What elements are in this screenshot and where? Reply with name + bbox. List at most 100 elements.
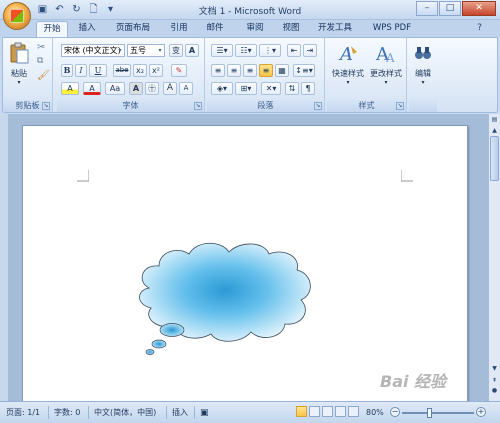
web-layout-view-button[interactable] xyxy=(322,406,333,417)
format-painter-icon[interactable]: 🖌 xyxy=(37,70,50,81)
status-separator xyxy=(88,406,89,419)
paste-icon xyxy=(10,42,29,64)
underline-button[interactable]: U xyxy=(89,64,107,77)
change-styles-label: 更改样式 xyxy=(370,69,402,78)
highlight-button[interactable]: A xyxy=(61,82,79,95)
increase-indent-button[interactable]: ⇥ xyxy=(303,44,317,57)
multilevel-list-button[interactable]: ⋮▾ xyxy=(259,44,281,57)
paste-button[interactable]: 粘贴 ▾ xyxy=(7,42,31,86)
quick-styles-button[interactable]: A 快速样式 ▾ xyxy=(329,42,367,86)
cloud-callout-shape[interactable] xyxy=(131,234,331,364)
vertical-scrollbar[interactable]: ▤ ▲ ▼ ⇞ ● xyxy=(488,114,500,401)
editing-group-label xyxy=(409,100,437,112)
styles-launcher-icon[interactable]: ↘ xyxy=(396,102,404,110)
print-layout-view-button[interactable] xyxy=(296,406,307,417)
paragraph-group: ☰▾ ☷▾ ⋮▾ ⇤ ⇥ ≡ ≡ ≡ ≡ ▦ ↕≡▾ ◈▾ ⊞▾ ✕▾ ⇅ ¶ … xyxy=(207,38,325,112)
maximize-button[interactable]: □ xyxy=(439,1,461,16)
justify-button[interactable]: ≡ xyxy=(259,64,273,77)
macro-record-icon[interactable]: ▣ xyxy=(200,407,209,419)
borders-button[interactable]: ⊞▾ xyxy=(235,82,257,95)
decrease-indent-button[interactable]: ⇤ xyxy=(287,44,301,57)
office-button[interactable] xyxy=(3,2,31,30)
sort-button[interactable]: ⇅ xyxy=(285,82,299,95)
font-size-value: 五号 xyxy=(130,46,146,55)
zoom-in-icon[interactable]: + xyxy=(476,407,486,417)
align-right-button[interactable]: ≡ xyxy=(243,64,257,77)
bold-button[interactable]: B xyxy=(61,64,73,77)
chinese-layout-button[interactable]: ✕▾ xyxy=(261,82,281,95)
scroll-up-icon[interactable]: ▲ xyxy=(490,126,499,135)
zoom-slider-thumb[interactable] xyxy=(427,408,432,418)
minimize-button[interactable]: – xyxy=(416,1,438,16)
numbering-button[interactable]: ☷▾ xyxy=(235,44,257,57)
help-icon[interactable]: ? xyxy=(477,23,482,33)
char-border-button[interactable]: A xyxy=(129,82,143,95)
font-name-combo[interactable]: 宋体 (中文正文) ▾ xyxy=(61,44,125,57)
cut-icon[interactable]: ✂ xyxy=(37,42,45,53)
subscript-button[interactable]: x₂ xyxy=(133,64,147,77)
clipboard-launcher-icon[interactable]: ↘ xyxy=(42,102,50,110)
show-marks-button[interactable]: ¶ xyxy=(301,82,315,95)
zoom-out-icon[interactable]: − xyxy=(390,407,400,417)
shrink-font-button[interactable]: A xyxy=(179,82,193,95)
office-logo-icon xyxy=(10,9,24,23)
margin-mark-right xyxy=(401,170,413,182)
editing-group: 编辑 ▾ xyxy=(409,38,437,112)
insert-mode[interactable]: 插入 xyxy=(172,407,188,419)
outline-view-button[interactable] xyxy=(335,406,346,417)
svg-text:A: A xyxy=(338,44,353,64)
strikethrough-button[interactable]: abe xyxy=(113,64,131,77)
copy-icon[interactable]: ⧉ xyxy=(37,56,43,66)
prev-page-icon[interactable]: ⇞ xyxy=(490,376,499,385)
scroll-down-icon[interactable]: ▼ xyxy=(490,364,499,373)
browse-object-icon[interactable]: ● xyxy=(490,386,499,395)
tab-wps-pdf[interactable]: WPS PDF xyxy=(366,21,418,37)
change-styles-dropdown-icon: ▾ xyxy=(384,79,388,86)
page-count[interactable]: 页面: 1/1 xyxy=(6,407,40,419)
line-spacing-button[interactable]: ↕≡▾ xyxy=(293,64,315,77)
tab-view[interactable]: 视图 xyxy=(276,21,306,37)
change-case-button[interactable]: Aa xyxy=(105,82,125,95)
ruler-toggle-icon[interactable]: ▤ xyxy=(490,115,499,124)
full-screen-view-button[interactable] xyxy=(309,406,320,417)
quick-styles-icon: A xyxy=(338,44,357,65)
zoom-slider[interactable] xyxy=(402,412,474,414)
char-shading-a-button[interactable]: A xyxy=(185,44,199,57)
tab-page-layout[interactable]: 页面布局 xyxy=(110,21,156,37)
zoom-level[interactable]: 80% xyxy=(366,407,384,419)
draft-view-button[interactable] xyxy=(348,406,359,417)
font-size-combo[interactable]: 五号 ▾ xyxy=(127,44,165,57)
close-button[interactable]: ✕ xyxy=(462,1,496,16)
language-indicator[interactable]: 中文(简体，中国) xyxy=(94,407,156,419)
align-center-button[interactable]: ≡ xyxy=(227,64,241,77)
margin-mark-left xyxy=(77,170,89,182)
tab-mailings[interactable]: 邮件 xyxy=(200,21,230,37)
enclose-char-button[interactable]: ㊉ xyxy=(145,82,159,95)
grow-font-button[interactable]: A xyxy=(163,82,177,95)
paragraph-launcher-icon[interactable]: ↘ xyxy=(314,102,322,110)
superscript-button[interactable]: x² xyxy=(149,64,163,77)
tab-developer[interactable]: 开发工具 xyxy=(312,21,358,37)
font-group: 宋体 (中文正文) ▾ 五号 ▾ 变 A B I U abe x₂ x² ✎ A… xyxy=(57,38,205,112)
italic-button[interactable]: I xyxy=(75,64,87,77)
bullets-button[interactable]: ☰▾ xyxy=(211,44,233,57)
tab-home[interactable]: 开始 xyxy=(36,21,68,37)
align-left-button[interactable]: ≡ xyxy=(211,64,225,77)
clear-format-button[interactable]: ✎ xyxy=(171,64,187,77)
font-color-button[interactable]: A xyxy=(83,82,101,95)
change-styles-button[interactable]: A A 更改样式 ▾ xyxy=(367,42,405,86)
shading-button[interactable]: ◈▾ xyxy=(211,82,233,95)
tab-insert[interactable]: 插入 xyxy=(72,21,102,37)
change-styles-icon: A A xyxy=(375,44,395,65)
quick-styles-label: 快速样式 xyxy=(332,69,364,78)
char-shading-button[interactable]: 变 xyxy=(169,44,183,57)
paste-dropdown-icon: ▾ xyxy=(17,79,21,86)
font-launcher-icon[interactable]: ↘ xyxy=(194,102,202,110)
editing-button[interactable]: 编辑 ▾ xyxy=(411,42,435,86)
word-count[interactable]: 字数: 0 xyxy=(54,407,80,419)
ribbon: 粘贴 ▾ ✂ ⧉ 🖌 剪贴板 ↘ 宋体 (中文正文) ▾ 五号 ▾ 变 A B … xyxy=(2,37,498,113)
tab-review[interactable]: 审阅 xyxy=(240,21,270,37)
tab-references[interactable]: 引用 xyxy=(164,21,194,37)
distributed-button[interactable]: ▦ xyxy=(275,64,289,77)
scroll-thumb[interactable] xyxy=(490,136,499,181)
